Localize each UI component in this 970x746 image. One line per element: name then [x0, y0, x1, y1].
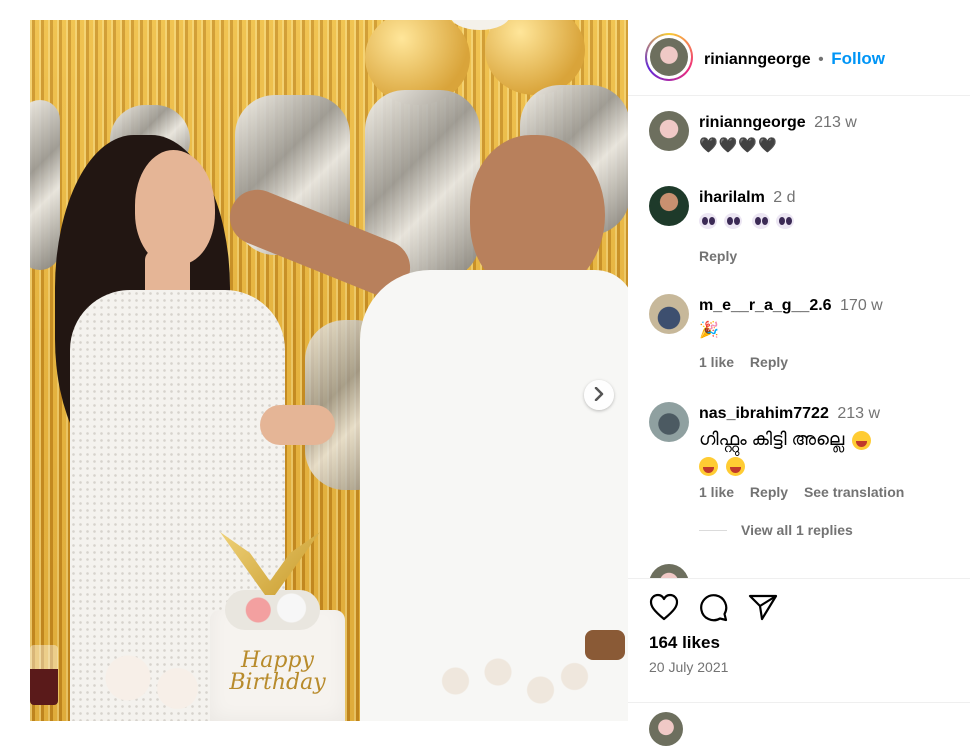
eyes-emoji-icon	[699, 212, 717, 229]
comment-username[interactable]: rinianngeorge	[699, 114, 806, 131]
laughing-emoji-icon	[852, 430, 872, 450]
author-username[interactable]: rinianngeorge	[704, 51, 811, 68]
avatar	[650, 38, 688, 76]
comment-icon[interactable]	[698, 592, 728, 627]
comment-time: 213 w	[837, 405, 881, 422]
comment-item: rinianngeorge 213 w 🖤🖤🖤🖤	[628, 96, 970, 171]
likes-count[interactable]: 1 like	[699, 484, 734, 500]
comment-item: m_e__r_a_g__2.6 170 w 🎉 1 like Reply	[628, 284, 970, 384]
avatar	[649, 712, 683, 746]
post-date: 20 July 2021	[649, 659, 729, 675]
view-replies-line	[699, 530, 727, 531]
action-bar: 164 likes 20 July 2021	[628, 578, 970, 675]
comment-text: ഗിഫ്റ്റും കിട്ടി അല്ലെ	[699, 429, 845, 449]
comment-input-bar	[628, 702, 970, 746]
eyes-emoji-icon	[776, 212, 795, 229]
avatar[interactable]	[649, 402, 689, 442]
comment-text-wrapper: ഗിഫ്റ്റും കിട്ടി അല്ലെ	[699, 426, 959, 478]
next-photo-button[interactable]	[584, 380, 614, 410]
heart-icon[interactable]	[649, 593, 679, 626]
comment-meta: 1 like Reply	[699, 354, 788, 370]
comment-time: 2 d	[773, 189, 796, 206]
avatar[interactable]	[649, 186, 689, 226]
post-side-panel: rinianngeorge • Follow rinianngeorge 213…	[628, 20, 970, 746]
likes-count[interactable]: 1 like	[699, 354, 734, 370]
cake-flowers	[225, 590, 320, 630]
comment-username[interactable]: nas_ibrahim7722	[699, 405, 829, 422]
share-icon[interactable]	[748, 593, 778, 626]
woman-face	[135, 150, 215, 265]
post-photo[interactable]: Happy Birthday	[30, 20, 628, 721]
eyes-emoji-icon	[751, 212, 770, 229]
comments-list[interactable]: rinianngeorge 213 w 🖤🖤🖤🖤 iharilalm 2 d R…	[628, 96, 970, 578]
comment-meta: 1 like Reply See translation	[699, 484, 904, 500]
comment-time: 213 w	[814, 114, 857, 131]
view-replies-button[interactable]: View all 1 replies	[741, 522, 853, 538]
wine-glass	[30, 645, 58, 705]
post-header: rinianngeorge • Follow	[628, 20, 970, 96]
silver-letter-balloon	[30, 100, 60, 270]
comment-item: nas_ibrahim7722 213 w ഗിഫ്റ്റും കിട്ടി അ…	[628, 392, 970, 562]
comment-text	[699, 212, 796, 230]
reply-button[interactable]: Reply	[699, 248, 737, 264]
avatar[interactable]	[649, 564, 689, 578]
cake-text: Happy Birthday	[229, 648, 326, 695]
see-translation-button[interactable]: See translation	[804, 484, 904, 500]
eyes-emoji-icon	[724, 212, 743, 229]
laughing-emoji-icon	[699, 456, 718, 476]
gold-balloon	[485, 20, 585, 95]
comment-text: 🖤🖤🖤🖤	[699, 137, 778, 154]
post-header-line: rinianngeorge • Follow	[704, 49, 885, 69]
laughing-emoji-icon	[726, 456, 746, 476]
cake-pops	[430, 645, 600, 721]
avatar[interactable]	[649, 111, 689, 151]
comment-item: iharilalm 2 d Reply	[628, 176, 970, 276]
woman-hand	[260, 405, 335, 445]
story-ring[interactable]	[645, 33, 693, 81]
likes-count[interactable]: 164 likes	[649, 633, 720, 653]
comment-meta: Reply	[699, 248, 737, 264]
comment-time: 170 w	[840, 297, 883, 314]
reply-button[interactable]: Reply	[750, 484, 788, 500]
separator-dot: •	[818, 51, 824, 68]
avatar[interactable]	[649, 294, 689, 334]
reply-button[interactable]: Reply	[750, 354, 788, 370]
chevron-right-icon	[593, 385, 605, 406]
cupcakes	[95, 650, 205, 720]
comment-username[interactable]: iharilalm	[699, 189, 765, 206]
comment-username[interactable]: m_e__r_a_g__2.6	[699, 297, 832, 314]
follow-button[interactable]: Follow	[831, 49, 885, 68]
comment-text: 🎉	[699, 322, 719, 339]
